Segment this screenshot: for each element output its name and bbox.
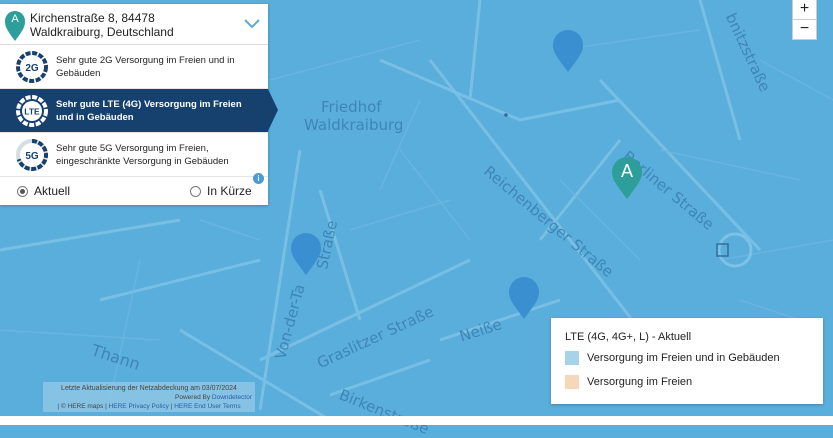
radio-current[interactable]: Aktuell <box>17 184 70 198</box>
chevron-down-icon[interactable] <box>242 16 262 30</box>
powered-by-label: Powered By <box>175 394 211 401</box>
option-5g[interactable]: 5G Sehr gute 5G Versorgung im Freien, ei… <box>0 133 268 177</box>
coverage-badge-5g-icon: 5G <box>16 138 48 171</box>
option-text-line: Sehr gute 5G Versorgung im Freien, <box>56 142 209 154</box>
address-pin: A <box>0 4 30 47</box>
option-text-line: Sehr gute LTE (4G) Versorgung im Freien <box>56 98 242 110</box>
coverage-badge-2g-icon: 2G <box>16 50 48 83</box>
terms-link[interactable]: HERE End User Terms <box>174 403 240 410</box>
zoom-in-button[interactable]: + <box>793 0 816 19</box>
radio-soon-label: In Kürze <box>207 184 252 198</box>
option-2g[interactable]: 2G Sehr gute 2G Versorgung im Freien und… <box>0 45 268 89</box>
legend-item: Versorgung im Freien und in Gebäuden <box>565 351 780 365</box>
legend-item: Versorgung im Freien <box>565 375 692 389</box>
map-label-waldkraiburg: Waldkraiburg <box>304 116 404 134</box>
address-line2: Waldkraiburg, Deutschland <box>30 25 174 39</box>
map-marker-blue[interactable] <box>551 28 585 74</box>
legend-label: Versorgung im Freien und in Gebäuden <box>587 352 780 364</box>
map-marker-address[interactable]: A <box>610 155 644 201</box>
address-line1: Kirchenstraße 8, 84478 <box>30 11 155 25</box>
badge-label: 2G <box>25 63 39 74</box>
option-text-line: und in Gebäuden <box>56 111 134 123</box>
attribution-links: | © HERE maps | HERE Privacy Policy | HE… <box>43 402 255 411</box>
map-label-friedhof: Friedhof <box>321 98 382 116</box>
map-legend: LTE (4G, 4G+, L) - Aktuell Versorgung im… <box>551 318 823 404</box>
zoom-out-button[interactable]: − <box>793 19 816 39</box>
downdetector-link[interactable]: Downdetector <box>212 394 252 401</box>
time-radio-group: Aktuell In Kürze i <box>0 173 268 205</box>
privacy-link[interactable]: HERE Privacy Policy <box>109 403 169 410</box>
copyright-text: | © HERE maps | <box>57 403 107 410</box>
info-icon[interactable]: i <box>253 173 264 184</box>
option-5g-text: Sehr gute 5G Versorgung im Freien, einge… <box>56 142 229 168</box>
option-text-line: eingeschränkte Versorgung in Gebäuden <box>56 155 229 167</box>
radio-soon[interactable]: In Kürze <box>190 184 252 198</box>
coverage-update-text: Letzte Aktualisierung der Netzabdeckung … <box>61 385 237 392</box>
zoom-control: + − <box>792 0 817 40</box>
badge-label: LTE <box>24 106 40 116</box>
option-lte-text: Sehr gute LTE (4G) Versorgung im Freien … <box>56 98 242 124</box>
separator: | <box>170 403 173 410</box>
option-text-line: Gebäuden <box>56 67 101 79</box>
map-attribution: Letzte Aktualisierung der Netzabdeckung … <box>43 382 255 412</box>
coverage-panel: A Kirchenstraße 8, 84478 Waldkraiburg, D… <box>0 4 278 205</box>
bottom-strip <box>0 416 833 425</box>
option-text-line: Sehr gute 2G Versorgung im Freien und in <box>56 54 235 66</box>
option-lte[interactable]: LTE Sehr gute LTE (4G) Versorgung im Fre… <box>0 89 278 133</box>
map-marker-blue[interactable] <box>289 231 323 277</box>
legend-swatch <box>565 375 579 389</box>
address-header[interactable]: A Kirchenstraße 8, 84478 Waldkraiburg, D… <box>0 4 268 45</box>
coverage-badge-lte-icon: LTE <box>16 94 48 127</box>
legend-swatch <box>565 351 579 365</box>
map-marker-blue[interactable] <box>507 275 541 321</box>
marker-letter: A <box>620 161 633 181</box>
address-text: Kirchenstraße 8, 84478 Waldkraiburg, Deu… <box>30 11 174 39</box>
radio-current-label: Aktuell <box>34 184 71 198</box>
badge-label: 5G <box>25 151 39 162</box>
powered-by: Powered By Downdetector <box>43 393 255 402</box>
pin-letter: A <box>11 13 19 25</box>
radio-dot[interactable] <box>17 185 28 197</box>
radio-dot[interactable] <box>190 185 201 197</box>
legend-label: Versorgung im Freien <box>587 376 693 388</box>
legend-title: LTE (4G, 4G+, L) - Aktuell <box>565 331 692 343</box>
option-2g-text: Sehr gute 2G Versorgung im Freien und in… <box>56 54 235 80</box>
